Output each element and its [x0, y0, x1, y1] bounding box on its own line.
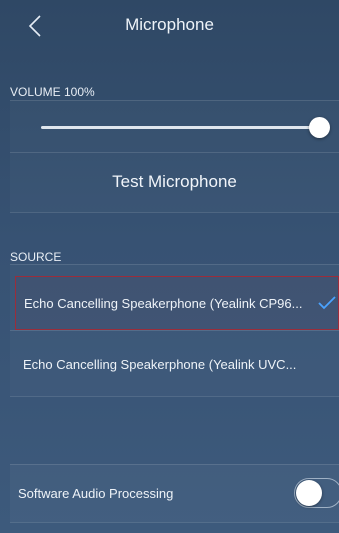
divider [10, 212, 339, 213]
toggle-knob [296, 480, 322, 506]
volume-label: VOLUME 100% [10, 85, 95, 99]
software-audio-toggle[interactable] [294, 478, 339, 508]
software-audio-row: Software Audio Processing [10, 464, 339, 522]
source-item-uvc[interactable]: Echo Cancelling Speakerphone (Yealink UV… [15, 337, 339, 391]
software-audio-label: Software Audio Processing [18, 486, 174, 501]
divider [10, 396, 339, 397]
divider [10, 522, 339, 523]
test-microphone-button[interactable]: Test Microphone [10, 152, 339, 212]
source-item-label: Echo Cancelling Speakerphone (Yealink UV… [23, 356, 297, 372]
top-bar: Microphone [0, 0, 339, 52]
divider [10, 330, 339, 331]
volume-slider-track[interactable] [41, 126, 321, 129]
volume-slider-knob[interactable] [309, 117, 330, 138]
checkmark-icon [318, 296, 336, 310]
source-item-label: Echo Cancelling Speakerphone (Yealink CP… [24, 295, 303, 311]
source-label: SOURCE [10, 250, 62, 264]
page-title: Microphone [125, 15, 214, 34]
source-item-cp96[interactable]: Echo Cancelling Speakerphone (Yealink CP… [15, 276, 339, 330]
